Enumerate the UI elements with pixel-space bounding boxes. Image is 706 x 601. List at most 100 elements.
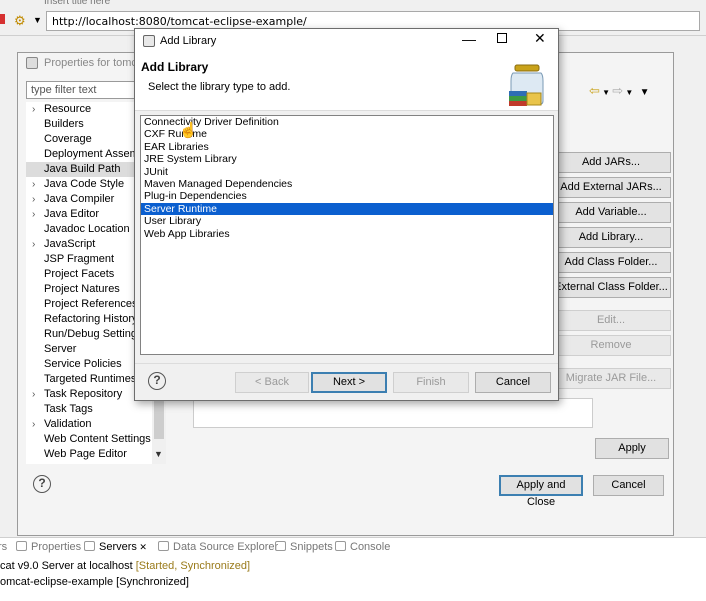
apply-button[interactable]: Apply <box>595 438 669 459</box>
tree-item-label: JavaScript <box>44 238 96 250</box>
tree-item-label: Run/Debug Settings <box>44 328 143 340</box>
expand-arrow-icon[interactable]: › <box>32 417 35 432</box>
add-library-dialog: Add Library — ✕ Add Library Select the l… <box>134 28 559 401</box>
library-type-list[interactable]: Connectivity Driver Definition CXF Runtim… <box>140 115 554 355</box>
library-jar-icon <box>509 64 544 106</box>
snippets-icon <box>275 541 286 551</box>
library-list-item[interactable]: JRE System Library <box>141 153 553 165</box>
library-list-item[interactable]: Web App Libraries <box>141 228 553 240</box>
expand-arrow-icon[interactable]: › <box>32 207 35 222</box>
tree-item-label: Coverage <box>44 133 92 145</box>
next-button[interactable]: Next > <box>311 372 387 393</box>
view-tabs: rsPropertiesServers ✕Data Source Explore… <box>0 541 706 559</box>
tree-item-label: Project References <box>44 298 138 310</box>
expand-arrow-icon[interactable]: › <box>32 177 35 192</box>
view-tab[interactable]: Properties <box>16 541 81 553</box>
tree-item[interactable]: › Validation <box>26 417 162 432</box>
tree-item-label: Java Compiler <box>44 193 115 205</box>
add-external-jars-button[interactable]: Add External JARs... <box>551 177 671 198</box>
add-variable-button[interactable]: Add Variable... <box>551 202 671 223</box>
tree-item-label: Task Tags <box>44 403 93 415</box>
maximize-icon[interactable] <box>497 33 507 43</box>
tree-item[interactable]: Web Page Editor <box>26 447 162 462</box>
browser-tab-title[interactable]: Insert title here <box>44 0 204 8</box>
module-name: omcat-eclipse-example <box>0 576 114 588</box>
edit-button[interactable]: Edit... <box>551 310 671 331</box>
expand-arrow-icon[interactable]: › <box>32 192 35 207</box>
stop-icon[interactable] <box>0 14 5 24</box>
tree-item-label: Validation <box>44 418 92 430</box>
dialog-separator <box>135 363 558 364</box>
view-tab[interactable]: rs <box>0 541 7 553</box>
forward-menu-icon[interactable]: ▼ <box>623 88 635 97</box>
view-tab-label: Servers <box>99 541 137 553</box>
library-list-item[interactable]: Maven Managed Dependencies <box>141 178 553 190</box>
tree-item[interactable]: Web Content Settings <box>26 432 162 447</box>
view-tab[interactable]: Console <box>335 541 390 553</box>
minimize-icon[interactable]: — <box>462 31 476 47</box>
library-list-item[interactable]: Server Runtime <box>141 202 553 216</box>
tree-item-label: Targeted Runtimes <box>44 373 137 385</box>
dialog-cancel-button[interactable]: Cancel <box>475 372 551 393</box>
web-browser-icon[interactable]: ⚙ <box>14 13 30 28</box>
view-tab[interactable]: Servers ✕ <box>84 541 147 553</box>
close-tab-icon[interactable]: ✕ <box>137 542 147 552</box>
library-list-item[interactable]: JUnit <box>141 166 553 178</box>
view-menu-icon[interactable]: ▼ <box>640 87 650 98</box>
library-list-item[interactable]: User Library <box>141 215 553 227</box>
tree-item-label: Javadoc Location <box>44 223 130 235</box>
module-row[interactable]: omcat-eclipse-example [Synchronized] <box>0 576 189 588</box>
tree-item[interactable]: Task Tags <box>26 402 162 417</box>
tree-item-label: Project Natures <box>44 283 120 295</box>
expand-arrow-icon[interactable]: › <box>32 237 35 252</box>
tree-item-label: Resource <box>44 103 92 115</box>
dropdown-arrow-icon[interactable]: ▼ <box>33 15 42 25</box>
migrate-jar-button[interactable]: Migrate JAR File... <box>551 368 671 389</box>
expand-arrow-icon[interactable]: › <box>32 102 35 117</box>
view-tab[interactable]: Data Source Explorer <box>158 541 278 553</box>
cancel-button[interactable]: Cancel <box>593 475 664 496</box>
forward-arrow-icon[interactable]: ⇨ <box>612 83 623 98</box>
help-icon[interactable]: ? <box>33 475 51 493</box>
dialog-titlebar[interactable]: Add Library — ✕ <box>135 29 558 53</box>
server-status: [Started, Synchronized] <box>135 560 251 572</box>
navigation-arrows: ⇦ ▼ ⇨ ▼ ▼ <box>589 83 669 99</box>
dialog-help-icon[interactable]: ? <box>148 372 166 390</box>
library-list-item[interactable]: Connectivity Driver Definition <box>141 116 553 128</box>
add-library-button[interactable]: Add Library... <box>551 227 671 248</box>
module-status: [Synchronized] <box>116 576 189 588</box>
back-button[interactable]: < Back <box>235 372 309 393</box>
view-tab-label: Console <box>350 541 391 553</box>
dialog-heading: Add Library <box>141 60 209 74</box>
scrollbar-thumb[interactable] <box>154 399 164 439</box>
finish-button[interactable]: Finish <box>393 372 469 393</box>
expand-arrow-icon[interactable]: › <box>32 387 35 402</box>
close-icon[interactable]: ✕ <box>534 30 546 47</box>
library-list-item[interactable]: Plug-in Dependencies <box>141 190 553 202</box>
add-class-folder-button[interactable]: Add Class Folder... <box>551 252 671 273</box>
console-icon <box>335 541 346 551</box>
server-name: cat v9.0 Server at localhost <box>0 560 133 572</box>
view-tab-label: Snippets <box>290 541 333 553</box>
remove-button[interactable]: Remove <box>551 335 671 356</box>
library-list-item[interactable]: CXF Runtime <box>141 128 553 140</box>
back-menu-icon[interactable]: ▼ <box>600 88 612 97</box>
scroll-down-icon[interactable]: ▼ <box>154 449 163 459</box>
view-tab-label: Data Source Explorer <box>173 541 279 553</box>
database-icon <box>158 541 169 551</box>
server-row[interactable]: cat v9.0 Server at localhost [Started, S… <box>0 560 250 572</box>
tree-item-label: Deployment Assemb <box>44 148 145 160</box>
tree-scrollbar[interactable]: ▼ <box>152 399 166 464</box>
servers-view: rsPropertiesServers ✕Data Source Explore… <box>0 537 706 601</box>
tree-item-label: Builders <box>44 118 84 130</box>
external-class-folder-button[interactable]: External Class Folder... <box>551 277 671 298</box>
dialog-title: Add Library <box>160 35 217 47</box>
tree-item-label: Service Policies <box>44 358 122 370</box>
view-tab[interactable]: Snippets <box>275 541 333 553</box>
add-jars-button[interactable]: Add JARs... <box>551 152 671 173</box>
library-list-item[interactable]: EAR Libraries <box>141 141 553 153</box>
properties-icon <box>16 541 27 551</box>
tree-item-label: Server <box>44 343 77 355</box>
apply-and-close-button[interactable]: Apply and Close <box>499 475 583 508</box>
back-arrow-icon[interactable]: ⇦ <box>589 83 600 98</box>
